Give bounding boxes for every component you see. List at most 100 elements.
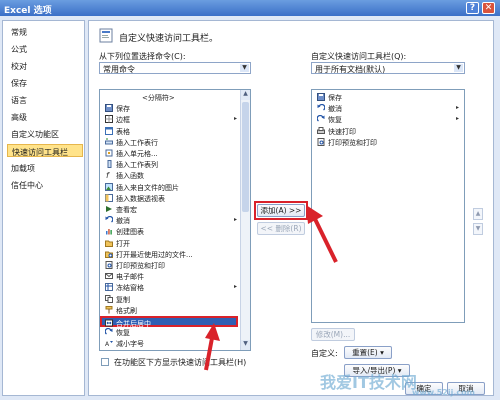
list-item[interactable]: 保存 bbox=[314, 92, 462, 103]
print-preview-icon bbox=[105, 261, 113, 269]
svg-text:f: f bbox=[106, 171, 110, 179]
list-item-label: 打开最近使用过的文件... bbox=[116, 250, 193, 259]
customize-toolbar-combo[interactable]: 用于所有文档(默认) ▼ bbox=[311, 62, 465, 74]
reset-button[interactable]: 重置(E) ▾ bbox=[344, 346, 392, 359]
function-icon: f bbox=[106, 171, 110, 179]
list-item-label: 打印预览和打印 bbox=[116, 262, 165, 270]
macro-icon bbox=[106, 206, 112, 212]
list-item[interactable]: 打印预览和打印 bbox=[102, 260, 240, 271]
list-item-label: 保存 bbox=[328, 94, 342, 102]
chevron-down-icon: ▼ bbox=[240, 64, 249, 72]
format-painter-icon bbox=[105, 305, 113, 314]
options-nav: 常规公式校对保存语言高级自定义功能区 快速访问工具栏 加载项信任中心 bbox=[2, 20, 85, 396]
list-item[interactable]: 恢复 bbox=[102, 327, 240, 338]
nav-item[interactable]: 语言 bbox=[7, 93, 83, 106]
list-item[interactable]: 电子邮件 bbox=[102, 271, 240, 282]
nav-item[interactable]: 保存 bbox=[7, 76, 83, 89]
nav-item[interactable]: 高级 bbox=[7, 110, 83, 123]
nav-item[interactable]: 校对 bbox=[7, 59, 83, 72]
freeze-icon bbox=[105, 283, 113, 292]
list-item-label: 插入函数 bbox=[116, 172, 144, 181]
title-bar: Excel 选项 ? ✕ bbox=[0, 0, 500, 16]
list-item[interactable]: 复制 bbox=[102, 294, 240, 305]
list-item-label: 插入单元格... bbox=[116, 150, 158, 158]
list-item[interactable]: 打开最近使用过的文件... bbox=[102, 249, 240, 260]
list-item[interactable]: 插入来自文件的图片 bbox=[102, 182, 240, 193]
chart-icon bbox=[106, 229, 112, 235]
commands-list[interactable]: <分隔符> 保存 边框 ▸ 表格 插入工作表行 插入单元格... 插入工作表列 f… bbox=[99, 89, 251, 351]
list-item[interactable]: 撤消 ▸ bbox=[314, 103, 462, 114]
list-item[interactable]: 恢复 ▸ bbox=[314, 114, 462, 125]
list-item-label: 插入工作表行 bbox=[116, 138, 158, 147]
toolbar-items-list[interactable]: 保存 撤消 ▸ 恢复 ▸ 快速打印 打印预览和打印 bbox=[311, 89, 465, 323]
list-item[interactable]: A 减小字号 bbox=[102, 338, 240, 349]
choose-commands-combo[interactable]: 常用命令 ▼ bbox=[99, 62, 251, 74]
show-below-ribbon-checkbox[interactable] bbox=[101, 358, 109, 366]
chevron-down-icon: ▼ bbox=[454, 64, 463, 72]
list-item-label: 冻结窗格 bbox=[116, 284, 144, 293]
copy-icon bbox=[105, 294, 113, 303]
window-title: Excel 选项 bbox=[4, 6, 52, 16]
redo-icon bbox=[105, 328, 113, 335]
scroll-thumb[interactable] bbox=[242, 102, 249, 212]
choose-commands-value: 常用命令 bbox=[103, 65, 135, 74]
move-down-button[interactable]: ▼ bbox=[473, 223, 483, 235]
list-item[interactable]: 插入工作表列 bbox=[102, 159, 240, 170]
list-item-label: 快速打印 bbox=[328, 127, 356, 136]
submenu-arrow-icon: ▸ bbox=[233, 283, 237, 291]
remove-button[interactable]: << 删除(R) bbox=[257, 222, 305, 235]
list-item[interactable]: 合并后居中 bbox=[100, 316, 238, 328]
modify-button[interactable]: 修改(M)... bbox=[311, 328, 355, 341]
list-item[interactable]: 快速打印 bbox=[314, 126, 462, 137]
scroll-up-icon[interactable]: ▲ bbox=[241, 90, 250, 100]
list-item-label: 撤消 bbox=[116, 217, 130, 226]
list-item-label: 复制 bbox=[116, 295, 130, 304]
list-item[interactable]: 查看宏 bbox=[102, 204, 240, 215]
list-item-label: 边框 bbox=[116, 116, 130, 125]
close-button[interactable]: ✕ bbox=[482, 2, 495, 14]
insert-col-icon bbox=[107, 160, 112, 169]
table-icon bbox=[105, 126, 113, 135]
quick-print-icon bbox=[317, 126, 325, 134]
list-item[interactable]: 创建图表 bbox=[102, 226, 240, 237]
open-icon bbox=[105, 240, 113, 247]
list-item[interactable]: 插入工作表行 bbox=[102, 137, 240, 148]
list-item-label: <分隔符> bbox=[142, 94, 175, 102]
add-button[interactable]: 添加(A) >> bbox=[257, 204, 305, 217]
print-preview-icon bbox=[317, 137, 325, 146]
list-item[interactable]: f 插入函数 bbox=[102, 170, 240, 181]
svg-text:A: A bbox=[105, 341, 110, 347]
commands-scrollbar[interactable]: ▲ ▼ bbox=[240, 90, 250, 350]
list-item[interactable]: 打开 bbox=[102, 238, 240, 249]
choose-commands-label: 从下列位置选择命令(C): bbox=[99, 52, 186, 61]
list-item[interactable]: 表格 bbox=[102, 126, 240, 137]
nav-item[interactable]: 常规 bbox=[7, 25, 83, 38]
email-icon bbox=[105, 273, 113, 280]
watermark-text: 我爱IT技术网 bbox=[320, 373, 417, 392]
list-item[interactable]: 格式刷 bbox=[102, 305, 240, 316]
scroll-down-icon[interactable]: ▼ bbox=[241, 340, 250, 350]
show-below-ribbon-label: 在功能区下方显示快速访问工具栏(H) bbox=[114, 358, 247, 367]
move-up-button[interactable]: ▲ bbox=[473, 208, 483, 220]
list-item[interactable]: 冻结窗格 ▸ bbox=[102, 282, 240, 293]
nav-item[interactable]: 信任中心 bbox=[7, 178, 83, 191]
submenu-arrow-icon: ▸ bbox=[233, 115, 237, 123]
list-item[interactable]: 边框 ▸ bbox=[102, 114, 240, 125]
help-button[interactable]: ? bbox=[466, 2, 479, 14]
nav-item[interactable]: 快速访问工具栏 bbox=[7, 144, 83, 157]
quick-access-toolbar-icon bbox=[99, 28, 113, 43]
nav-item[interactable]: 自定义功能区 bbox=[7, 127, 83, 140]
redo-icon bbox=[317, 115, 325, 122]
list-item-label: 表格 bbox=[116, 127, 130, 136]
list-item[interactable]: 保存 bbox=[102, 103, 240, 114]
customize-row-label: 自定义: bbox=[311, 349, 338, 358]
nav-item[interactable]: 加载项 bbox=[7, 161, 83, 174]
list-item-label: 电子邮件 bbox=[116, 273, 144, 282]
nav-item[interactable]: 公式 bbox=[7, 42, 83, 55]
list-item-label: 插入来自文件的图片 bbox=[116, 183, 179, 192]
list-item[interactable]: <分隔符> bbox=[102, 92, 240, 103]
list-item[interactable]: 撤消 ▸ bbox=[102, 215, 240, 226]
list-item[interactable]: 插入数据透视表 bbox=[102, 193, 240, 204]
list-item[interactable]: 打印预览和打印 bbox=[314, 137, 462, 148]
list-item[interactable]: 插入单元格... bbox=[102, 148, 240, 159]
